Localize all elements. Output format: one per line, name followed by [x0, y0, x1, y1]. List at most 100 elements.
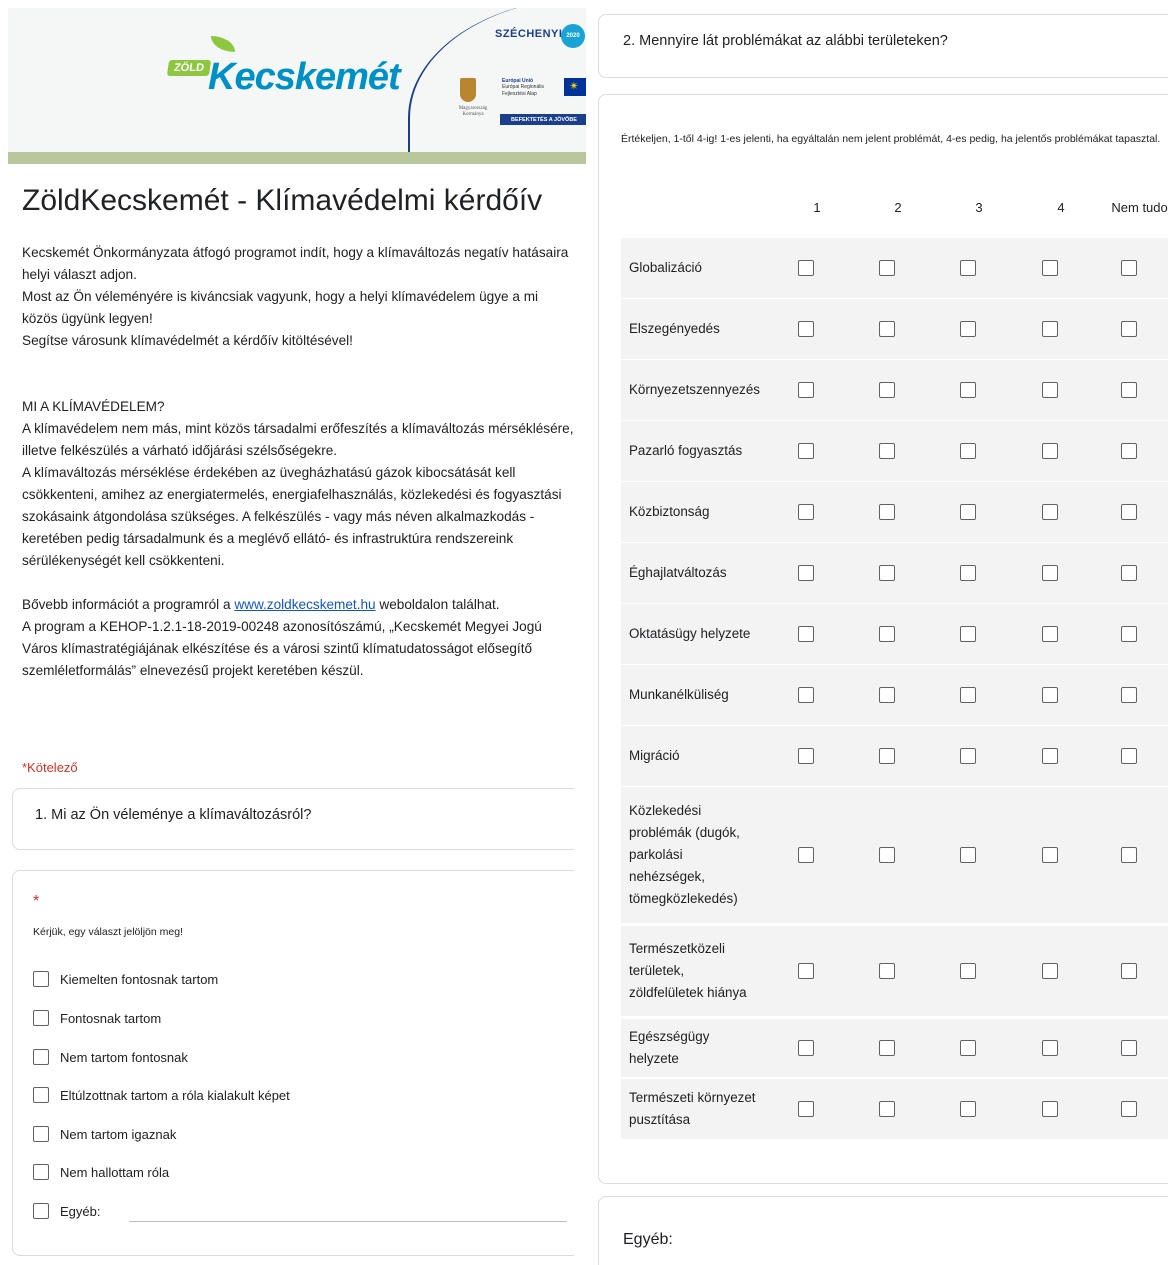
option-egyeb[interactable]: Egyéb:: [33, 1201, 100, 1221]
checkbox-col-1[interactable]: [798, 504, 814, 520]
checkbox-col-4[interactable]: [1042, 504, 1058, 520]
checkbox-col-4[interactable]: [1042, 748, 1058, 764]
grid-row-elszegenyedes: Elszegényedés: [621, 299, 1168, 359]
checkbox-col-5[interactable]: [1121, 382, 1137, 398]
checkbox-col-5[interactable]: [1121, 847, 1137, 863]
leaf-icon: [211, 36, 235, 52]
checkbox-col-4[interactable]: [1042, 260, 1058, 276]
checkbox-col-3[interactable]: [960, 687, 976, 703]
checkbox-col-5[interactable]: [1121, 443, 1137, 459]
checkbox-col-4[interactable]: [1042, 687, 1058, 703]
checkbox-col-2[interactable]: [879, 1101, 895, 1117]
option-kiemelten-fontos[interactable]: Kiemelten fontosnak tartom: [33, 969, 218, 989]
checkbox-col-2[interactable]: [879, 260, 895, 276]
option-eltulzott[interactable]: Eltúlzottnak tartom a róla kialakult kép…: [33, 1085, 290, 1105]
checkbox-col-4[interactable]: [1042, 382, 1058, 398]
checkbox-col-2[interactable]: [879, 565, 895, 581]
checkbox-col-5[interactable]: [1121, 687, 1137, 703]
checkbox[interactable]: [33, 1010, 49, 1026]
checkbox-col-4[interactable]: [1042, 847, 1058, 863]
checkbox-col-4[interactable]: [1042, 963, 1058, 979]
checkbox-col-1[interactable]: [798, 443, 814, 459]
checkbox-col-5[interactable]: [1121, 321, 1137, 337]
checkbox[interactable]: [33, 1203, 49, 1219]
checkbox-col-5[interactable]: [1121, 1040, 1137, 1056]
checkbox-col-5[interactable]: [1121, 963, 1137, 979]
checkbox-col-3[interactable]: [960, 504, 976, 520]
checkbox-col-3[interactable]: [960, 382, 976, 398]
checkbox-col-3[interactable]: [960, 748, 976, 764]
grid-row-oktatasugy: Oktatásügy helyzete: [621, 604, 1168, 664]
checkbox-col-4[interactable]: [1042, 626, 1058, 642]
checkbox-col-2[interactable]: [879, 963, 895, 979]
option-nem-hallott[interactable]: Nem hallottam róla: [33, 1162, 169, 1182]
checkbox-col-1[interactable]: [798, 626, 814, 642]
checkbox-col-4[interactable]: [1042, 1040, 1058, 1056]
checkbox-col-1[interactable]: [798, 321, 814, 337]
checkbox-col-2[interactable]: [879, 748, 895, 764]
checkbox-col-2[interactable]: [879, 504, 895, 520]
checkbox-col-3[interactable]: [960, 1101, 976, 1117]
what-heading: MI A KLÍMAVÉDELEM?: [22, 399, 165, 414]
checkbox-col-3[interactable]: [960, 443, 976, 459]
checkbox-col-4[interactable]: [1042, 321, 1058, 337]
checkbox-col-1[interactable]: [798, 687, 814, 703]
grid-row-munkanelkuliseg: Munkanélküliség: [621, 665, 1168, 725]
checkbox[interactable]: [33, 1164, 49, 1180]
checkbox-col-3[interactable]: [960, 626, 976, 642]
row-label: Éghajlatváltozás: [629, 565, 727, 580]
checkbox-col-3[interactable]: [960, 260, 976, 276]
checkbox-col-5[interactable]: [1121, 260, 1137, 276]
option-fontos[interactable]: Fontosnak tartom: [33, 1008, 161, 1028]
row-label: Elszegényedés: [629, 321, 720, 336]
other-question-card: Egyéb:: [598, 1196, 1168, 1265]
checkbox[interactable]: [33, 1126, 49, 1142]
checkbox-col-5[interactable]: [1121, 626, 1137, 642]
checkbox[interactable]: [33, 1049, 49, 1065]
question-2-grid: Értékeljen, 1-től 4-ig! 1-es jelenti, ha…: [598, 94, 1168, 1184]
checkbox-col-1[interactable]: [798, 847, 814, 863]
checkbox-col-2[interactable]: [879, 687, 895, 703]
option-nem-igaz[interactable]: Nem tartom igaznak: [33, 1124, 176, 1144]
checkbox-col-1[interactable]: [798, 565, 814, 581]
checkbox-col-5[interactable]: [1121, 748, 1137, 764]
checkbox-col-2[interactable]: [879, 1040, 895, 1056]
checkbox-col-2[interactable]: [879, 443, 895, 459]
option-nem-fontos[interactable]: Nem tartom fontosnak: [33, 1047, 188, 1067]
checkbox-col-1[interactable]: [798, 1101, 814, 1117]
checkbox-col-5[interactable]: [1121, 565, 1137, 581]
logo-prefix: ZÖLD: [166, 60, 212, 76]
more-info: Bővebb információt a programról a www.zo…: [22, 594, 574, 616]
other-text-input[interactable]: [129, 1221, 567, 1222]
checkbox-col-3[interactable]: [960, 565, 976, 581]
checkbox-col-1[interactable]: [798, 748, 814, 764]
eu-line-2: Európai Regionális: [502, 84, 544, 91]
grid-row-kozlekedesi-problemak: Közlekedési problémák (dugók, parkolási …: [621, 787, 1168, 923]
checkbox-col-3[interactable]: [960, 1040, 976, 1056]
checkbox-col-3[interactable]: [960, 321, 976, 337]
checkbox-col-4[interactable]: [1042, 1101, 1058, 1117]
checkbox-col-5[interactable]: [1121, 1101, 1137, 1117]
checkbox-col-2[interactable]: [879, 847, 895, 863]
checkbox[interactable]: [33, 971, 49, 987]
grid-row-termeszetkozeli-teruletek: Természetközeli területek, zöldfelületek…: [621, 926, 1168, 1016]
checkbox[interactable]: [33, 1087, 49, 1103]
checkbox-col-2[interactable]: [879, 382, 895, 398]
logo-text: Kecskemét: [208, 56, 401, 98]
checkbox-col-5[interactable]: [1121, 504, 1137, 520]
checkbox-col-1[interactable]: [798, 963, 814, 979]
row-label: Közlekedési problémák (dugók, parkolási …: [629, 803, 740, 906]
checkbox-col-1[interactable]: [798, 1040, 814, 1056]
question-2-header: 2. Mennyire lát problémákat az alábbi te…: [598, 14, 1168, 78]
checkbox-col-4[interactable]: [1042, 443, 1058, 459]
checkbox-col-2[interactable]: [879, 321, 895, 337]
checkbox-col-3[interactable]: [960, 963, 976, 979]
checkbox-col-2[interactable]: [879, 626, 895, 642]
checkbox-col-4[interactable]: [1042, 565, 1058, 581]
checkbox-col-1[interactable]: [798, 382, 814, 398]
checkbox-col-3[interactable]: [960, 847, 976, 863]
eu-text: Európai Unió Európai Regionális Fejleszt…: [502, 78, 558, 97]
website-link[interactable]: www.zoldkecskemet.hu: [234, 597, 375, 612]
eu-flag-icon: [564, 78, 586, 96]
checkbox-col-1[interactable]: [798, 260, 814, 276]
